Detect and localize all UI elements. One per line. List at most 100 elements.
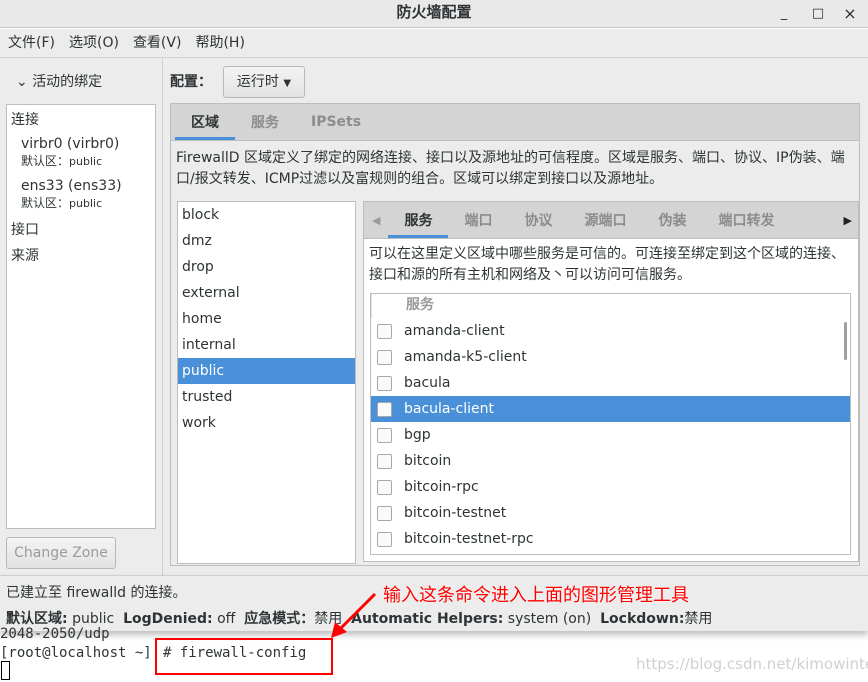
title-bar: 防火墙配置 _ □ × [0, 0, 868, 28]
service-name: bitcoin [404, 453, 452, 469]
service-name: bgp [404, 427, 431, 443]
logdenied-label: LogDenied: [123, 611, 213, 627]
zone-tabs: ◀ 服务 端口 协议 源端口 伪装 端口转发 ▶ [364, 202, 858, 239]
zone-item[interactable]: dmz [178, 228, 355, 254]
service-checkbox[interactable] [377, 453, 392, 469]
scrollbar[interactable] [844, 322, 847, 360]
service-row[interactable]: bitcoin-testnet-rpc [371, 526, 850, 552]
zone-value: public [69, 197, 103, 210]
zone-item[interactable]: work [178, 410, 355, 436]
zone-item[interactable]: internal [178, 332, 355, 358]
service-checkbox[interactable] [377, 323, 392, 339]
tab-protocols[interactable]: 协议 [508, 202, 568, 238]
dropdown-arrow-icon: ▼ [283, 78, 292, 89]
config-dropdown[interactable]: 运行时 ▼ [223, 66, 305, 98]
service-checkbox[interactable] [377, 479, 392, 495]
service-checkbox[interactable] [377, 531, 392, 547]
default-zone-value: public [72, 611, 115, 627]
config-label: 配置： [170, 74, 212, 90]
active-bindings-label: 活动的绑定 [32, 74, 103, 90]
bindings-list: 连接 virbr0 (virbr0) 默认区：public ens33 (ens3… [6, 104, 156, 529]
interfaces-label[interactable]: 接口 [11, 219, 39, 239]
service-row[interactable]: amanda-k5-client [371, 344, 850, 370]
watermark: https://blog.csdn.net/kimowinter [636, 655, 868, 673]
zone-item[interactable]: drop [178, 254, 355, 280]
scroll-right-icon[interactable]: ▶ [844, 214, 858, 227]
service-row[interactable]: bgp [371, 422, 850, 448]
service-row[interactable]: bacula [371, 370, 850, 396]
annotation-arrow-icon [331, 592, 377, 638]
service-name: bitcoin-testnet [404, 505, 507, 521]
service-name: amanda-k5-client [404, 349, 527, 365]
zone-item[interactable]: trusted [178, 384, 355, 410]
tab-port-forward[interactable]: 端口转发 [702, 202, 790, 238]
main-tabs: 区域 服务 IPSets [171, 104, 859, 141]
connection-item[interactable]: ens33 (ens33) 默认区：public [21, 178, 122, 211]
config-value: 运行时 [236, 74, 279, 90]
connection-status: 已建立至 firewalld 的连接。 [6, 585, 187, 601]
service-name: bitcoin-testnet-rpc [404, 531, 534, 547]
change-zone-button[interactable]: Change Zone [6, 537, 116, 569]
zone-item[interactable]: public [178, 358, 355, 384]
tab-zone-services[interactable]: 服务 [388, 202, 448, 238]
connections-label[interactable]: 连接 [11, 109, 39, 129]
menu-help[interactable]: 帮助(H) [195, 29, 244, 57]
tab-source-ports[interactable]: 源端口 [568, 202, 642, 238]
sources-label[interactable]: 来源 [11, 245, 39, 265]
window-title: 防火墙配置 [396, 3, 472, 21]
close-button[interactable]: × [840, 2, 860, 26]
service-row[interactable]: amanda-client [371, 318, 850, 344]
menu-options[interactable]: 选项(O) [69, 29, 119, 57]
maximize-button[interactable]: □ [808, 2, 828, 26]
chevron-down-icon: ⌄ [16, 74, 28, 90]
service-row[interactable]: bitcoin-rpc [371, 474, 850, 500]
tab-zones[interactable]: 区域 [175, 104, 235, 140]
zone-list: block dmz drop external home internal public tr… [177, 201, 356, 564]
tab-masquerade[interactable]: 伪装 [642, 202, 702, 238]
panic-label: 应急模式： [244, 611, 315, 627]
zone-value: public [69, 155, 103, 168]
tab-ports[interactable]: 端口 [448, 202, 508, 238]
default-zone-label: 默认区域: [6, 611, 68, 627]
service-checkbox[interactable] [377, 505, 392, 521]
zone-item[interactable]: external [178, 280, 355, 306]
logdenied-value: off [217, 611, 236, 627]
service-checkbox[interactable] [377, 375, 392, 391]
config-panel: 配置： 运行时 ▼ 区域 服务 IPSets FirewallD 区域定义了绑定… [163, 58, 868, 575]
active-bindings-panel: ⌄ 活动的绑定 连接 virbr0 (virbr0) 默认区：public ens… [0, 58, 163, 575]
zone-description: FirewallD 区域定义了绑定的网络连接、接口以及源地址的可信程度。区域是服… [176, 150, 845, 187]
services-column-header[interactable]: 服务 [371, 294, 850, 318]
services-list: 服务 amanda-client amanda-k5-client bacula ba… [370, 293, 851, 555]
lockdown-value: 禁用 [684, 611, 713, 627]
connection-name: ens33 (ens33) [21, 178, 122, 194]
active-bindings-header[interactable]: ⌄ 活动的绑定 [16, 71, 102, 91]
tab-ipsets[interactable]: IPSets [295, 104, 377, 140]
service-row[interactable]: bitcoin-testnet [371, 500, 850, 526]
terminal-cursor [1, 661, 10, 680]
services-description: 可以在这里定义区域中哪些服务是可信的。可连接至绑定到这个区域的连接、接口和源的所… [369, 246, 845, 283]
service-checkbox[interactable] [377, 401, 392, 417]
minimize-button[interactable]: _ [774, 2, 794, 26]
highlight-box [155, 638, 333, 675]
menu-view[interactable]: 查看(V) [133, 29, 182, 57]
service-name: bacula [404, 375, 451, 391]
service-name: bitcoin-rpc [404, 479, 479, 495]
service-name: bacula-client [404, 401, 495, 417]
zone-item[interactable]: block [178, 202, 355, 228]
tab-services[interactable]: 服务 [235, 104, 295, 140]
service-checkbox[interactable] [377, 427, 392, 443]
zone-label: 默认区： [21, 154, 70, 168]
zone-notebook: ◀ 服务 端口 协议 源端口 伪装 端口转发 ▶ 可以在这里定义区域中哪些服务是… [363, 201, 859, 562]
menu-file[interactable]: 文件(F) [8, 29, 55, 57]
service-checkbox[interactable] [377, 349, 392, 365]
service-row[interactable]: bitcoin [371, 448, 850, 474]
annotation-text: 输入这条命令进入上面的图形管理工具 [383, 585, 689, 606]
connection-name: virbr0 (virbr0) [21, 136, 120, 152]
service-row[interactable]: bacula-client [371, 396, 850, 422]
menu-bar: 文件(F) 选项(O) 查看(V) 帮助(H) [0, 29, 868, 58]
terminal-prompt: [root@localhost ~] [0, 645, 152, 661]
zone-item[interactable]: home [178, 306, 355, 332]
scroll-left-icon[interactable]: ◀ [364, 214, 388, 227]
zone-label: 默认区： [21, 196, 70, 210]
connection-item[interactable]: virbr0 (virbr0) 默认区：public [21, 136, 119, 169]
